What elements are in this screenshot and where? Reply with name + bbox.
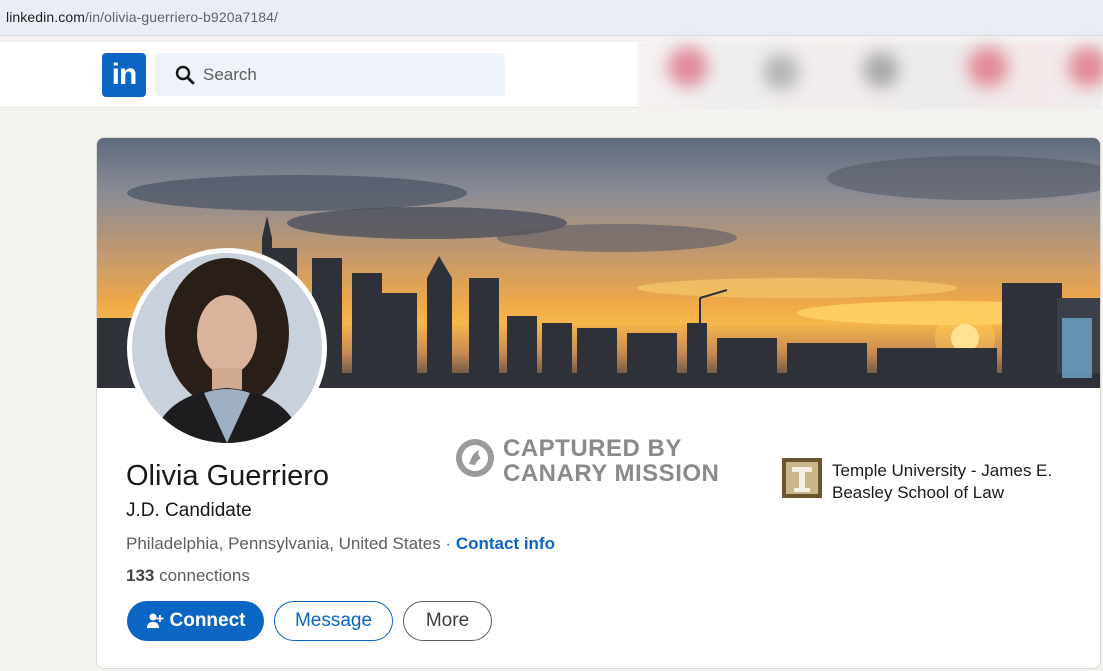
school-logo: [782, 458, 822, 498]
search-icon: [175, 65, 195, 85]
connect-label: Connect: [169, 610, 246, 631]
connections-number: 133: [126, 566, 155, 585]
add-person-icon: [146, 613, 163, 628]
education-link[interactable]: Temple University - James E. Beasley Sch…: [782, 458, 1082, 504]
search-box[interactable]: [155, 53, 505, 96]
watermark: CAPTURED BY CANARY MISSION: [455, 435, 725, 488]
top-navigation: in: [0, 42, 1103, 108]
watermark-line-1: CAPTURED BY: [503, 435, 682, 462]
contact-info-link[interactable]: Contact info: [456, 534, 555, 553]
url-text[interactable]: linkedin.com/in/olivia-guerriero-b920a71…: [6, 9, 278, 25]
profile-card: CAPTURED BY CANARY MISSION Olivia Guerri…: [96, 137, 1101, 669]
more-button[interactable]: More: [403, 601, 492, 641]
profile-photo[interactable]: [127, 248, 327, 448]
location-separator: ·: [440, 534, 456, 553]
connections-label: connections: [154, 566, 250, 585]
message-button[interactable]: Message: [274, 601, 393, 641]
profile-location: Philadelphia, Pennsylvania, United State…: [126, 534, 555, 554]
watermark-line-2: CANARY MISSION: [503, 460, 720, 487]
canary-bird-icon: [456, 439, 494, 477]
search-input[interactable]: [203, 53, 493, 96]
connections-count[interactable]: 133 connections: [126, 566, 250, 586]
browser-address-bar[interactable]: linkedin.com/in/olivia-guerriero-b920a71…: [0, 0, 1103, 36]
linkedin-logo[interactable]: in: [102, 53, 146, 97]
connect-button[interactable]: Connect: [127, 601, 264, 641]
blurred-nav-icons: [638, 42, 1103, 108]
location-text: Philadelphia, Pennsylvania, United State…: [126, 534, 441, 553]
profile-headline: J.D. Candidate: [126, 500, 252, 521]
profile-name: Olivia Guerriero: [126, 460, 330, 492]
school-name: Temple University - James E. Beasley Sch…: [832, 461, 1053, 502]
